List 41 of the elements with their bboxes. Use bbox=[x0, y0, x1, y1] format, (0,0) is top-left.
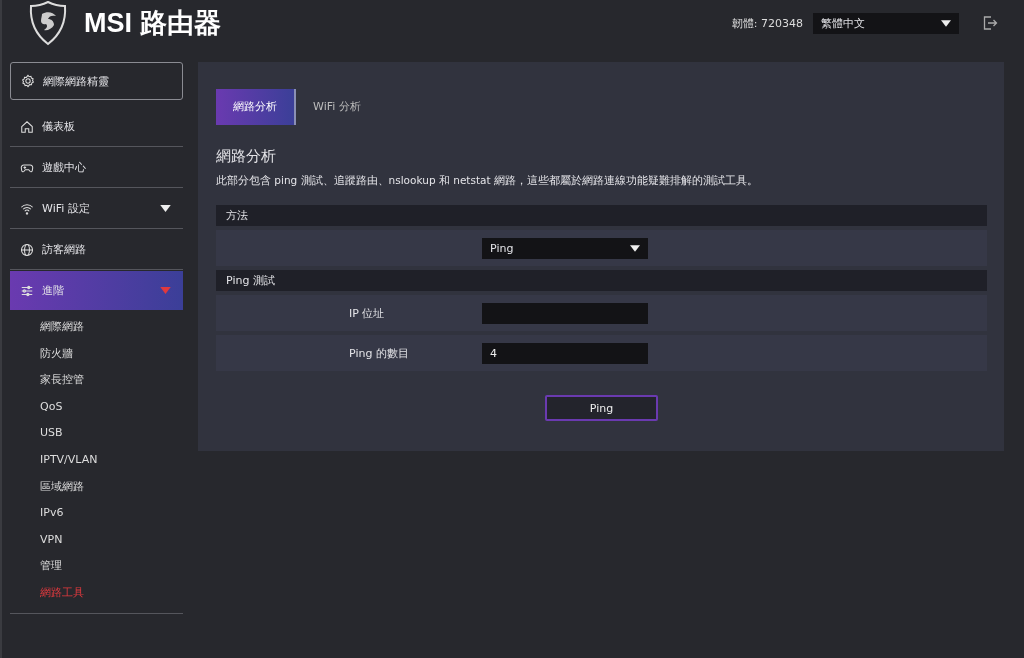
submenu-item[interactable]: 網際網路 bbox=[10, 314, 183, 341]
sliders-icon bbox=[20, 283, 34, 298]
home-icon bbox=[20, 119, 34, 134]
app-title: MSI 路由器 bbox=[84, 7, 221, 40]
submenu-item[interactable]: 管理 bbox=[10, 553, 183, 580]
logout-icon[interactable] bbox=[982, 15, 998, 31]
submenu-item[interactable]: 家長控管 bbox=[10, 367, 183, 394]
submenu-item[interactable]: IPv6 bbox=[10, 500, 183, 527]
sidebar-item[interactable]: 訪客網路 bbox=[10, 230, 183, 269]
sidebar-item[interactable]: 儀表板 bbox=[10, 107, 183, 146]
settings-icon bbox=[21, 74, 35, 88]
sidebar-item[interactable]: 遊戲中心 bbox=[10, 148, 183, 187]
submenu-item[interactable]: QoS bbox=[10, 393, 183, 421]
tab[interactable]: 網路分析 bbox=[216, 89, 296, 125]
submenu-item[interactable]: 區域網路 bbox=[10, 473, 183, 501]
submenu-item[interactable]: VPN bbox=[10, 526, 183, 554]
submenu-item[interactable]: 防火牆 bbox=[10, 340, 183, 368]
sidebar-item[interactable]: WiFi 設定 bbox=[10, 189, 183, 228]
submenu-item[interactable]: IPTV/VLAN bbox=[10, 446, 183, 474]
caret-icon bbox=[630, 244, 640, 252]
section-heading: 網路分析 bbox=[216, 147, 277, 166]
field-label: Ping 的數目 bbox=[349, 346, 409, 360]
method-dropdown[interactable]: Ping bbox=[482, 237, 648, 259]
ping-button[interactable]: Ping bbox=[545, 395, 658, 421]
submenu-item[interactable]: 網路工具 bbox=[10, 579, 183, 607]
shield-logo-icon bbox=[28, 0, 68, 46]
field-label: IP 位址 bbox=[349, 306, 385, 320]
tab[interactable]: WiFi 分析 bbox=[296, 89, 378, 125]
sidebar-item[interactable]: 進階 bbox=[10, 271, 183, 310]
description-text: 此部分包含 ping 測試、追蹤路由、nslookup 和 netstat 網路，這些都屬於網路連線功能疑難排解的測試工具。 bbox=[216, 174, 759, 188]
input-field[interactable]: 4 bbox=[482, 342, 648, 364]
language-dropdown[interactable]: 繁體中文 bbox=[813, 12, 959, 34]
globe-icon bbox=[20, 242, 34, 257]
firmware-version: 韌體: 720348 bbox=[731, 15, 803, 31]
caret-icon bbox=[941, 19, 951, 27]
wifi-icon bbox=[20, 201, 34, 216]
wizard-button[interactable]: 網際網路精靈 bbox=[10, 62, 183, 100]
section-header: Ping 測試 bbox=[216, 270, 987, 291]
section-header: 方法 bbox=[216, 205, 987, 226]
input-field[interactable] bbox=[482, 302, 648, 324]
submenu-item[interactable]: USB bbox=[10, 420, 183, 447]
